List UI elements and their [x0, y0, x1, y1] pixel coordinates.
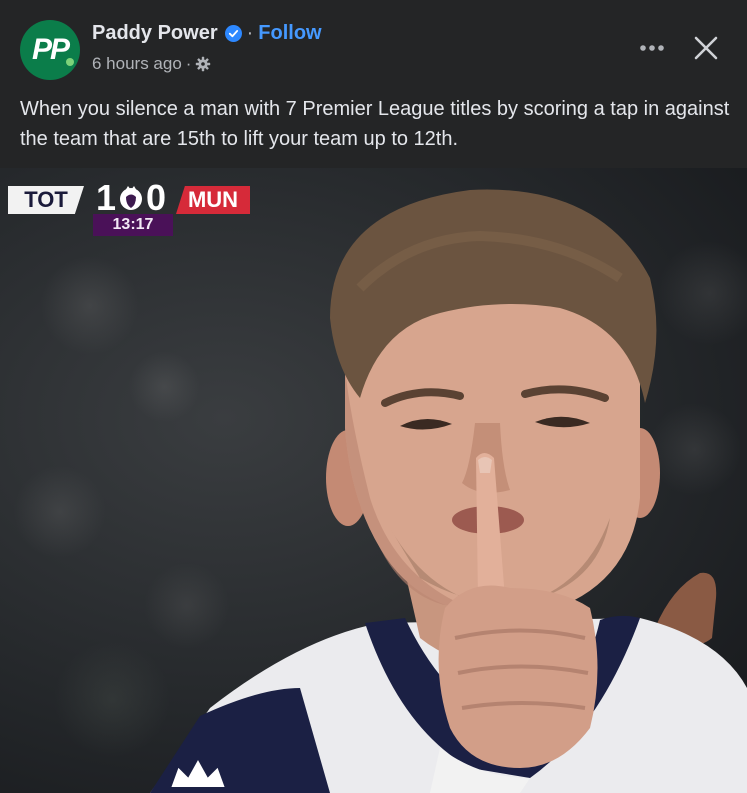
home-team-label: TOT — [8, 186, 84, 214]
post-meta: 6 hours ago · — [92, 54, 211, 74]
post-timestamp[interactable]: 6 hours ago — [92, 54, 182, 74]
premier-league-lion-icon — [120, 186, 142, 210]
score-display: 1 0 — [82, 177, 180, 218]
page-name[interactable]: Paddy Power — [92, 22, 218, 45]
gear-icon[interactable] — [195, 56, 211, 72]
name-row: Paddy Power · Follow — [92, 22, 322, 45]
home-score: 1 — [95, 177, 116, 218]
name-separator: · — [246, 22, 254, 44]
player-shush-celebration-photo — [150, 189, 747, 793]
post-photo[interactable]: TOT MUN 1 0 13:17 — [0, 168, 747, 793]
page-avatar[interactable]: PP — [20, 20, 80, 80]
avatar-logo: PP — [31, 33, 70, 66]
post-caption: When you silence a man with 7 Premier Le… — [20, 98, 730, 150]
avatar-logo-dot — [66, 58, 74, 66]
post-header: PP Paddy Power · Follow 6 hours ago · — [0, 0, 747, 88]
verified-badge-icon — [224, 25, 242, 42]
more-options-button[interactable] — [632, 30, 672, 66]
post-card: PP Paddy Power · Follow 6 hours ago · Wh… — [0, 0, 747, 793]
meta-separator: · — [185, 54, 192, 73]
more-options-icon — [640, 45, 664, 51]
away-team-label: MUN — [176, 186, 250, 214]
close-icon — [694, 36, 718, 60]
follow-button[interactable]: Follow — [258, 22, 321, 45]
match-clock: 13:17 — [93, 214, 173, 236]
close-button[interactable] — [686, 28, 726, 68]
away-score: 0 — [146, 177, 167, 218]
